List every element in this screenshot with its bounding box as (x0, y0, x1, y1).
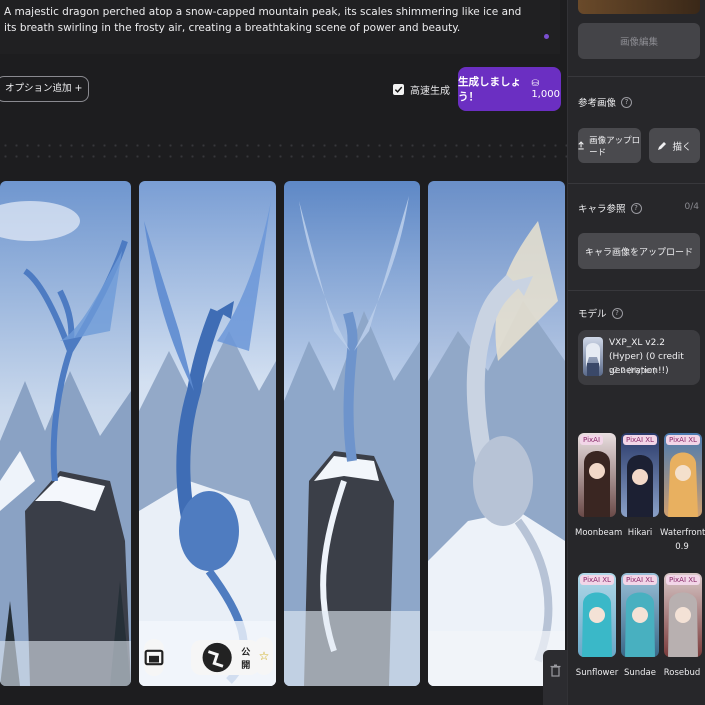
delete-button[interactable] (543, 650, 567, 705)
style-badge: PixAI XL (580, 575, 614, 585)
help-icon[interactable]: ? (611, 307, 623, 319)
prompt-box[interactable]: A majestic dragon perched atop a snow-ca… (0, 0, 560, 54)
style-badge: PixAI (580, 435, 604, 445)
divider (568, 183, 705, 184)
style-name: Moonbeam (575, 528, 623, 538)
main-panel: A majestic dragon perched atop a snow-ca… (0, 0, 567, 705)
style-thumbnail (627, 455, 653, 517)
style-name: Sundae (623, 668, 656, 678)
generate-cost: ⛁ 1,000 (531, 78, 561, 100)
prompt-text[interactable]: A majestic dragon perched atop a snow-ca… (4, 4, 524, 36)
image-icon (144, 649, 164, 666)
dragon-image (0, 181, 131, 686)
help-icon[interactable]: ? (621, 96, 633, 108)
image-edit-button[interactable]: 画像編集 (578, 23, 700, 59)
globe-icon (202, 642, 232, 673)
help-icon[interactable]: ? (630, 202, 642, 214)
character-reference-title: キャラ参照 ? (578, 201, 642, 215)
star-icon: ☆ (258, 649, 270, 663)
upload-character-button[interactable]: キャラ画像をアップロード (578, 233, 700, 269)
character-count: 0/4 (684, 202, 699, 212)
style-thumbnail (582, 592, 612, 657)
reference-image-label: 参考画像 (578, 98, 617, 109)
style-name: Waterfront 0.9 (660, 528, 705, 552)
style-tile-sunflower[interactable]: PixAI XL (578, 573, 616, 657)
settings-sidebar: 画像編集 参考画像 ? 画像アップロード 描く キャラ参照 ? 0/4 キャラ画… (567, 0, 705, 705)
reference-image-title: 参考画像 ? (578, 95, 633, 109)
style-name: Rosebud (663, 668, 701, 678)
style-thumbnail (625, 592, 655, 657)
generate-cost-value: 1,000 (531, 89, 560, 100)
style-tile-waterfront[interactable]: PixAI XL (664, 433, 702, 517)
generate-label: 生成しましょう！ (458, 76, 521, 103)
style-thumbnail (584, 451, 610, 517)
character-reference-label: キャラ参照 (578, 204, 626, 215)
result-image-1[interactable] (0, 181, 131, 686)
draw-button[interactable]: 描く (649, 128, 700, 163)
style-tile-moonbeam[interactable]: PixAI (578, 433, 616, 517)
style-thumbnail (668, 592, 698, 657)
model-label: モデル (578, 309, 607, 320)
selected-image-thumbnail[interactable] (578, 0, 700, 14)
app-root: A majestic dragon perched atop a snow-ca… (0, 0, 705, 705)
favorite-button[interactable]: ☆ (255, 637, 273, 675)
model-thumbnail (583, 337, 603, 376)
upload-icon (578, 141, 584, 150)
model-version: v2.2 (Hyper) (609, 366, 657, 375)
save-image-button[interactable] (144, 639, 164, 676)
style-name: Sunflower (575, 668, 619, 678)
style-tile-rosebud[interactable]: PixAI XL (664, 573, 702, 657)
style-name: Hikari (627, 528, 653, 538)
fast-generation-label: 高速生成 (410, 85, 450, 97)
model-selector[interactable]: VXP_XL v2.2 (Hyper) (0 credit generation… (578, 330, 700, 385)
style-badge: PixAI XL (623, 575, 657, 585)
style-badge: PixAI XL (666, 435, 700, 445)
style-badge: PixAI XL (623, 435, 657, 445)
dragon-image (428, 181, 565, 686)
publish-label: 公開 (241, 647, 251, 671)
divider (568, 76, 705, 77)
style-badge: PixAI XL (666, 575, 700, 585)
result-image-4[interactable] (428, 181, 565, 686)
fast-generation-checkbox[interactable] (393, 83, 404, 95)
add-option-button[interactable]: オプション追加 + (0, 76, 90, 102)
dragon-image (139, 181, 276, 686)
prompt-indicator-dot (544, 34, 549, 39)
style-tile-sundae[interactable]: PixAI XL (621, 573, 659, 657)
style-thumbnail (668, 452, 698, 517)
result-images: 公開 ☆ (0, 181, 567, 686)
model-title: モデル ? (578, 306, 623, 320)
check-icon (394, 86, 403, 93)
upload-image-label: 画像アップロード (589, 135, 641, 158)
credit-icon: ⛁ (531, 79, 539, 89)
pencil-icon (658, 141, 667, 150)
upload-image-button[interactable]: 画像アップロード (578, 128, 641, 163)
dragon-image (284, 181, 420, 686)
divider (568, 290, 705, 291)
divider-dots (0, 140, 567, 160)
trash-icon (550, 664, 560, 677)
publish-button[interactable]: 公開 (191, 640, 261, 675)
draw-label: 描く (672, 141, 692, 153)
result-image-3[interactable] (284, 181, 420, 686)
style-tile-hikari[interactable]: PixAI XL (621, 433, 659, 517)
generate-button[interactable]: 生成しましょう！ ⛁ 1,000 (458, 67, 561, 111)
result-image-2[interactable]: 公開 ☆ (139, 181, 276, 686)
